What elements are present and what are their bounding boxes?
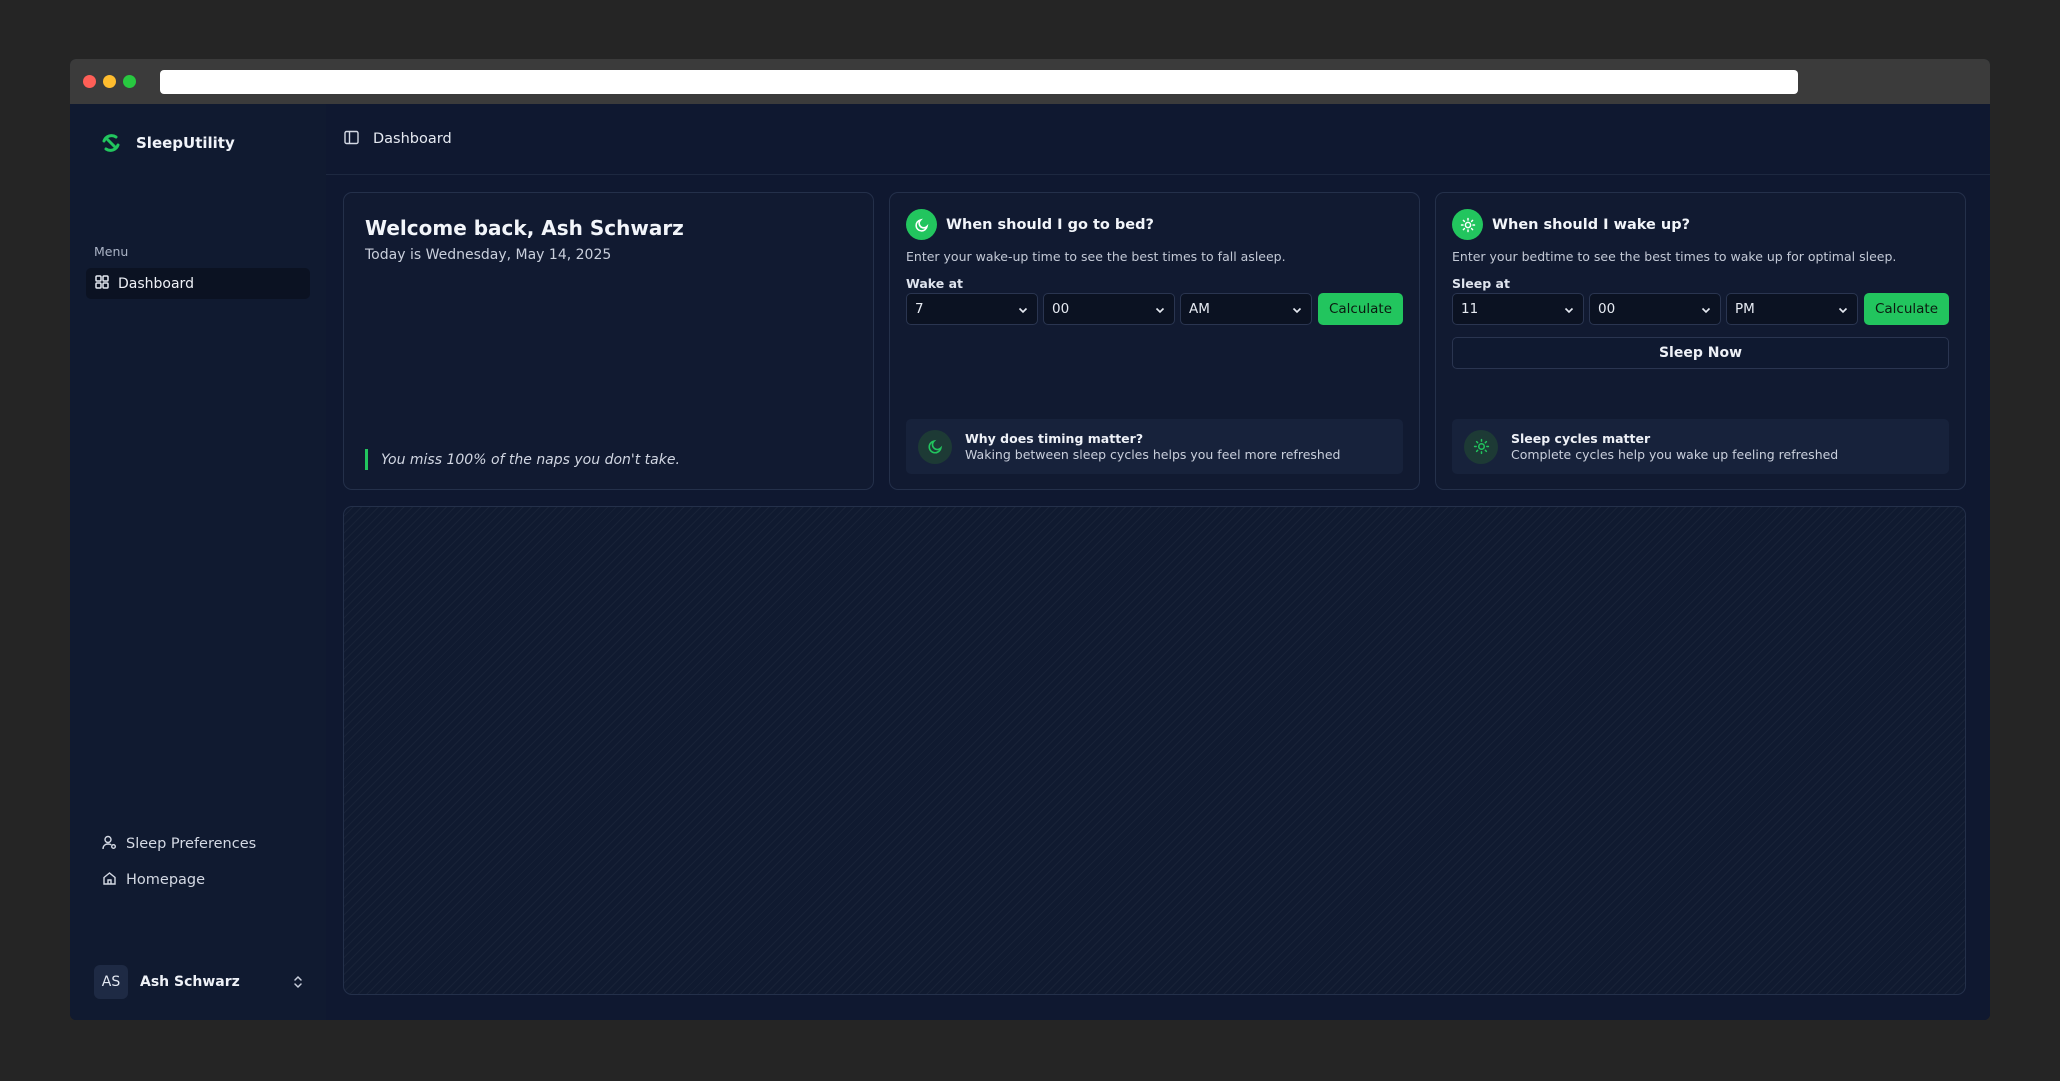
welcome-card: Welcome back, Ash Schwarz Today is Wedne…: [343, 192, 874, 490]
chevron-down-icon: [1564, 307, 1574, 314]
wake-minute-select[interactable]: 00: [1043, 293, 1175, 325]
sidebar-item-homepage[interactable]: Homepage: [102, 869, 205, 891]
sleep-period-select[interactable]: PM: [1726, 293, 1858, 325]
select-value: PM: [1735, 301, 1755, 317]
close-window-button[interactable]: [83, 75, 96, 88]
address-bar[interactable]: [160, 70, 1798, 94]
chevron-down-icon: [1292, 307, 1302, 314]
user-menu[interactable]: AS Ash Schwarz: [94, 965, 306, 999]
card-description: Enter your wake-up time to see the best …: [906, 249, 1286, 264]
calculate-bedtime-button[interactable]: Calculate: [1318, 293, 1403, 325]
sleep-minute-select[interactable]: 00: [1589, 293, 1721, 325]
select-value: 00: [1598, 301, 1616, 317]
select-value: 7: [915, 301, 924, 317]
user-name: Ash Schwarz: [140, 974, 240, 990]
main-content: Dashboard Welcome back, Ash Schwarz Toda…: [326, 104, 1990, 1020]
card-header: When should I go to bed?: [906, 209, 1154, 240]
sidebar: SleepUtility Menu Dashboard Sleep Prefer…: [70, 104, 326, 1020]
select-value: AM: [1189, 301, 1210, 317]
sidebar-item-dashboard[interactable]: Dashboard: [86, 268, 310, 299]
browser-window: SleepUtility Menu Dashboard Sleep Prefer…: [70, 59, 1990, 1020]
quote: You miss 100% of the naps you don't take…: [365, 449, 680, 470]
sidebar-toggle-icon[interactable]: [344, 130, 359, 149]
tip-title: Sleep cycles matter: [1511, 431, 1651, 446]
tip-content: Why does timing matter? Waking between s…: [965, 431, 1340, 462]
today-date: Today is Wednesday, May 14, 2025: [365, 247, 612, 263]
wake-period-select[interactable]: AM: [1180, 293, 1312, 325]
chevron-down-icon: [1155, 307, 1165, 314]
page-title: Dashboard: [373, 131, 452, 147]
card-title: When should I wake up?: [1492, 216, 1691, 233]
sun-icon: [1452, 209, 1483, 240]
sleep-hour-select[interactable]: 11: [1452, 293, 1584, 325]
select-value: 00: [1052, 301, 1070, 317]
grid-icon: [95, 274, 109, 293]
top-bar: Dashboard: [326, 104, 1990, 175]
card-description: Enter your bedtime to see the best times…: [1452, 249, 1897, 264]
tip-box: Why does timing matter? Waking between s…: [906, 419, 1403, 474]
tip-box: Sleep cycles matter Complete cycles help…: [1452, 419, 1949, 474]
browser-titlebar: [70, 59, 1990, 104]
avatar: AS: [94, 965, 128, 999]
wakeup-card: When should I wake up? Enter your bedtim…: [1435, 192, 1966, 490]
sidebar-item-sleep-preferences[interactable]: Sleep Preferences: [102, 833, 256, 855]
card-header: When should I wake up?: [1452, 209, 1690, 240]
tip-title: Why does timing matter?: [965, 431, 1144, 446]
brand[interactable]: SleepUtility: [100, 132, 235, 154]
select-value: 11: [1461, 301, 1479, 317]
chevron-down-icon: [1701, 307, 1711, 314]
logo-icon: [100, 132, 122, 154]
app-name: SleepUtility: [136, 134, 235, 152]
home-icon: [102, 871, 117, 890]
sun-icon: [1464, 429, 1498, 464]
calculate-wakeup-button[interactable]: Calculate: [1864, 293, 1949, 325]
sidebar-item-label: Dashboard: [118, 275, 194, 292]
sleep-at-label: Sleep at: [1452, 276, 1510, 291]
card-title: When should I go to bed?: [946, 216, 1154, 233]
sidebar-link-label: Homepage: [126, 872, 206, 888]
wake-at-label: Wake at: [906, 276, 963, 291]
minimize-window-button[interactable]: [103, 75, 116, 88]
moon-icon: [918, 429, 952, 464]
sleep-now-button[interactable]: Sleep Now: [1452, 337, 1949, 369]
maximize-window-button[interactable]: [123, 75, 136, 88]
sidebar-link-label: Sleep Preferences: [126, 836, 257, 852]
chevron-down-icon: [1018, 307, 1028, 314]
results-panel: [343, 506, 1966, 995]
user-cog-icon: [102, 835, 117, 854]
welcome-title: Welcome back, Ash Schwarz: [365, 216, 684, 240]
tip-content: Sleep cycles matter Complete cycles help…: [1511, 431, 1838, 462]
chevrons-up-down-icon: [290, 974, 306, 990]
tip-text: Complete cycles help you wake up feeling…: [1511, 447, 1839, 462]
tip-text: Waking between sleep cycles helps you fe…: [965, 447, 1341, 462]
bedtime-card: When should I go to bed? Enter your wake…: [889, 192, 1420, 490]
chevron-down-icon: [1838, 307, 1848, 314]
moon-icon: [906, 209, 937, 240]
wake-hour-select[interactable]: 7: [906, 293, 1038, 325]
menu-section-label: Menu: [94, 244, 129, 259]
